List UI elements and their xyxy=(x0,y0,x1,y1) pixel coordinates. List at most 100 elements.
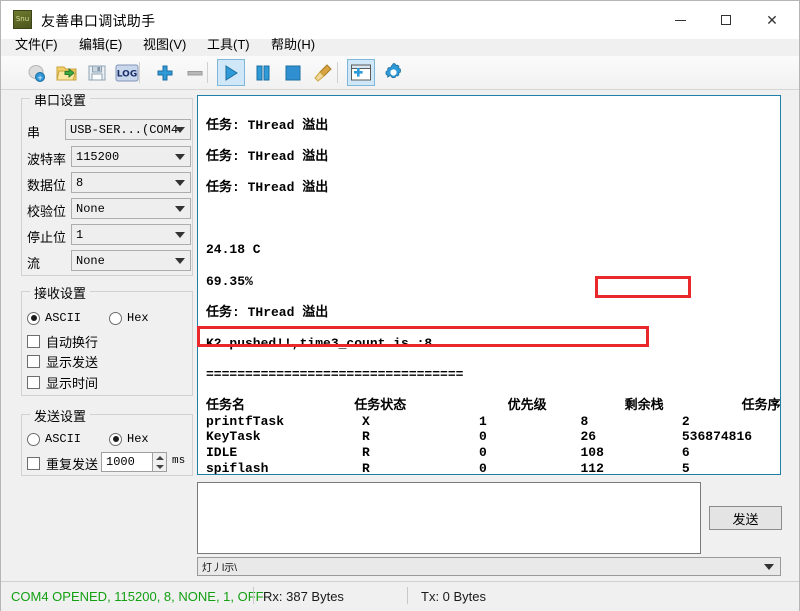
task-table: 任务名 任务状态 优先级 剩余栈 任务序号 printfTask X 1 8 2… xyxy=(206,398,781,475)
databits-value: 8 xyxy=(76,175,84,190)
auto-wrap-label: 自动换行 xyxy=(46,335,99,350)
pause-icon xyxy=(256,65,270,80)
terminal-text: 任务: THread 溢出 任务: THread 溢出 任务: THread 溢… xyxy=(198,96,781,475)
send-history-select[interactable]: 灯丿l示\ xyxy=(197,557,781,576)
connect-button[interactable]: + xyxy=(23,59,51,86)
parity-select[interactable]: None xyxy=(71,198,191,219)
send-settings-legend: 发送设置 xyxy=(30,406,91,425)
chevron-down-icon xyxy=(175,179,185,186)
connection-status: COM4 OPENED, 115200, 8, NONE, 1, OFF xyxy=(11,589,264,604)
remove-button[interactable] xyxy=(181,59,209,86)
repeat-interval-value: 1000 xyxy=(106,455,135,469)
receive-mode-ascii-radio[interactable]: ASCII xyxy=(27,311,81,325)
serial-settings-legend: 串口设置 xyxy=(30,90,91,109)
menu-tools[interactable]: 工具(T) xyxy=(207,34,250,53)
flowcontrol-select[interactable]: None xyxy=(71,250,191,271)
repeat-send-label: 重复发送 xyxy=(46,457,99,472)
send-mode-ascii-radio[interactable]: ASCII xyxy=(27,432,81,446)
window-title: 友善串口调试助手 xyxy=(41,13,156,29)
gear-icon xyxy=(384,63,401,79)
terminal-line: 任务: THread 溢出 xyxy=(206,179,329,195)
send-button[interactable]: 发送 xyxy=(709,506,782,530)
close-icon: ✕ xyxy=(766,11,778,28)
terminal-output[interactable]: 任务: THread 溢出 任务: THread 溢出 任务: THread 溢… xyxy=(197,95,781,475)
send-ascii-label: ASCII xyxy=(45,432,82,446)
toolbar-separator-1 xyxy=(139,62,140,83)
play-icon xyxy=(225,64,238,81)
checkbox-icon xyxy=(27,376,40,389)
chevron-down-icon xyxy=(764,563,774,570)
log-button[interactable]: LOG xyxy=(113,59,141,86)
menu-help[interactable]: 帮助(H) xyxy=(271,34,315,53)
add-button[interactable] xyxy=(151,59,179,86)
stopbits-select[interactable]: 1 xyxy=(71,224,191,245)
checkbox-icon xyxy=(27,335,40,348)
terminal-line: ================================= xyxy=(206,367,464,383)
maximize-icon xyxy=(721,15,731,25)
receive-mode-hex-radio[interactable]: Hex xyxy=(109,311,149,325)
chevron-down-icon xyxy=(175,153,185,160)
receive-hex-label: Hex xyxy=(127,311,149,325)
serial-debug-assistant-window: Snu 友善串口调试助手 ✕ 文件(F) 编辑(E) 视图(V) 工具(T) 帮… xyxy=(0,0,800,611)
show-send-label: 显示发送 xyxy=(46,355,99,370)
open-file-button[interactable] xyxy=(53,59,81,86)
parity-value: None xyxy=(76,201,105,216)
stopbits-value: 1 xyxy=(76,227,84,242)
terminal-line: 24.18 C xyxy=(206,242,261,258)
add-icon xyxy=(157,65,173,80)
flowcontrol-value: None xyxy=(76,253,105,268)
clear-button[interactable] xyxy=(309,59,337,86)
auto-wrap-checkbox[interactable]: 自动换行 xyxy=(27,332,98,351)
baudrate-label: 波特率 xyxy=(27,152,67,167)
send-input[interactable] xyxy=(197,482,701,554)
menu-view[interactable]: 视图(V) xyxy=(143,34,186,53)
connect-icon: + xyxy=(28,64,45,82)
repeat-send-checkbox[interactable]: 重复发送 xyxy=(27,454,98,473)
new-window-button[interactable] xyxy=(347,59,375,86)
receive-settings-legend: 接收设置 xyxy=(30,283,91,302)
show-time-checkbox[interactable]: 显示时间 xyxy=(27,373,98,392)
radio-dot-icon xyxy=(27,311,40,325)
start-button[interactable] xyxy=(217,59,245,86)
pause-button[interactable] xyxy=(249,59,277,86)
svg-text:+: + xyxy=(37,74,43,82)
save-button[interactable] xyxy=(83,59,111,86)
stepper-down-icon[interactable] xyxy=(153,462,166,471)
rx-bytes-status: Rx: 387 Bytes xyxy=(263,589,344,604)
send-history-value: 灯丿l示\ xyxy=(202,563,237,574)
remove-icon xyxy=(187,70,203,75)
log-icon: LOG xyxy=(115,64,139,81)
toolbar-separator-3 xyxy=(337,62,338,83)
databits-label: 数据位 xyxy=(27,178,67,193)
radio-dot-icon xyxy=(27,432,40,446)
minimize-icon xyxy=(674,19,686,21)
port-select[interactable]: USB-SER...(COM4 xyxy=(65,119,191,140)
chevron-down-icon xyxy=(175,231,185,238)
chevron-down-icon xyxy=(175,205,185,212)
stop-button[interactable] xyxy=(279,59,307,86)
databits-select[interactable]: 8 xyxy=(71,172,191,193)
settings-button[interactable] xyxy=(379,59,407,86)
send-mode-hex-radio[interactable]: Hex xyxy=(109,432,149,446)
app-icon: Snu xyxy=(13,10,32,29)
status-bar: COM4 OPENED, 115200, 8, NONE, 1, OFF Rx:… xyxy=(1,581,799,611)
terminal-line: 任务: THread 溢出 xyxy=(206,148,329,164)
save-icon xyxy=(88,65,106,80)
tx-bytes-status: Tx: 0 Bytes xyxy=(421,589,487,604)
stepper-up-icon[interactable] xyxy=(153,453,166,462)
terminal-line: 任务: THread 溢出 xyxy=(206,304,329,320)
menu-bar: 文件(F) 编辑(E) 视图(V) 工具(T) 帮助(H) xyxy=(1,34,799,56)
baudrate-value: 115200 xyxy=(76,149,120,164)
menu-edit[interactable]: 编辑(E) xyxy=(79,34,122,53)
stepper-buttons[interactable] xyxy=(152,453,166,471)
toolbar-separator-2 xyxy=(207,62,208,83)
checkbox-icon xyxy=(27,457,40,470)
send-hex-label: Hex xyxy=(127,432,149,446)
show-send-checkbox[interactable]: 显示发送 xyxy=(27,352,98,371)
checkbox-icon xyxy=(27,355,40,368)
chevron-down-icon xyxy=(175,126,185,133)
baudrate-select[interactable]: 115200 xyxy=(71,146,191,167)
menu-file[interactable]: 文件(F) xyxy=(15,34,58,53)
radio-dot-icon xyxy=(109,311,122,325)
repeat-interval-stepper[interactable]: 1000 xyxy=(101,452,167,472)
